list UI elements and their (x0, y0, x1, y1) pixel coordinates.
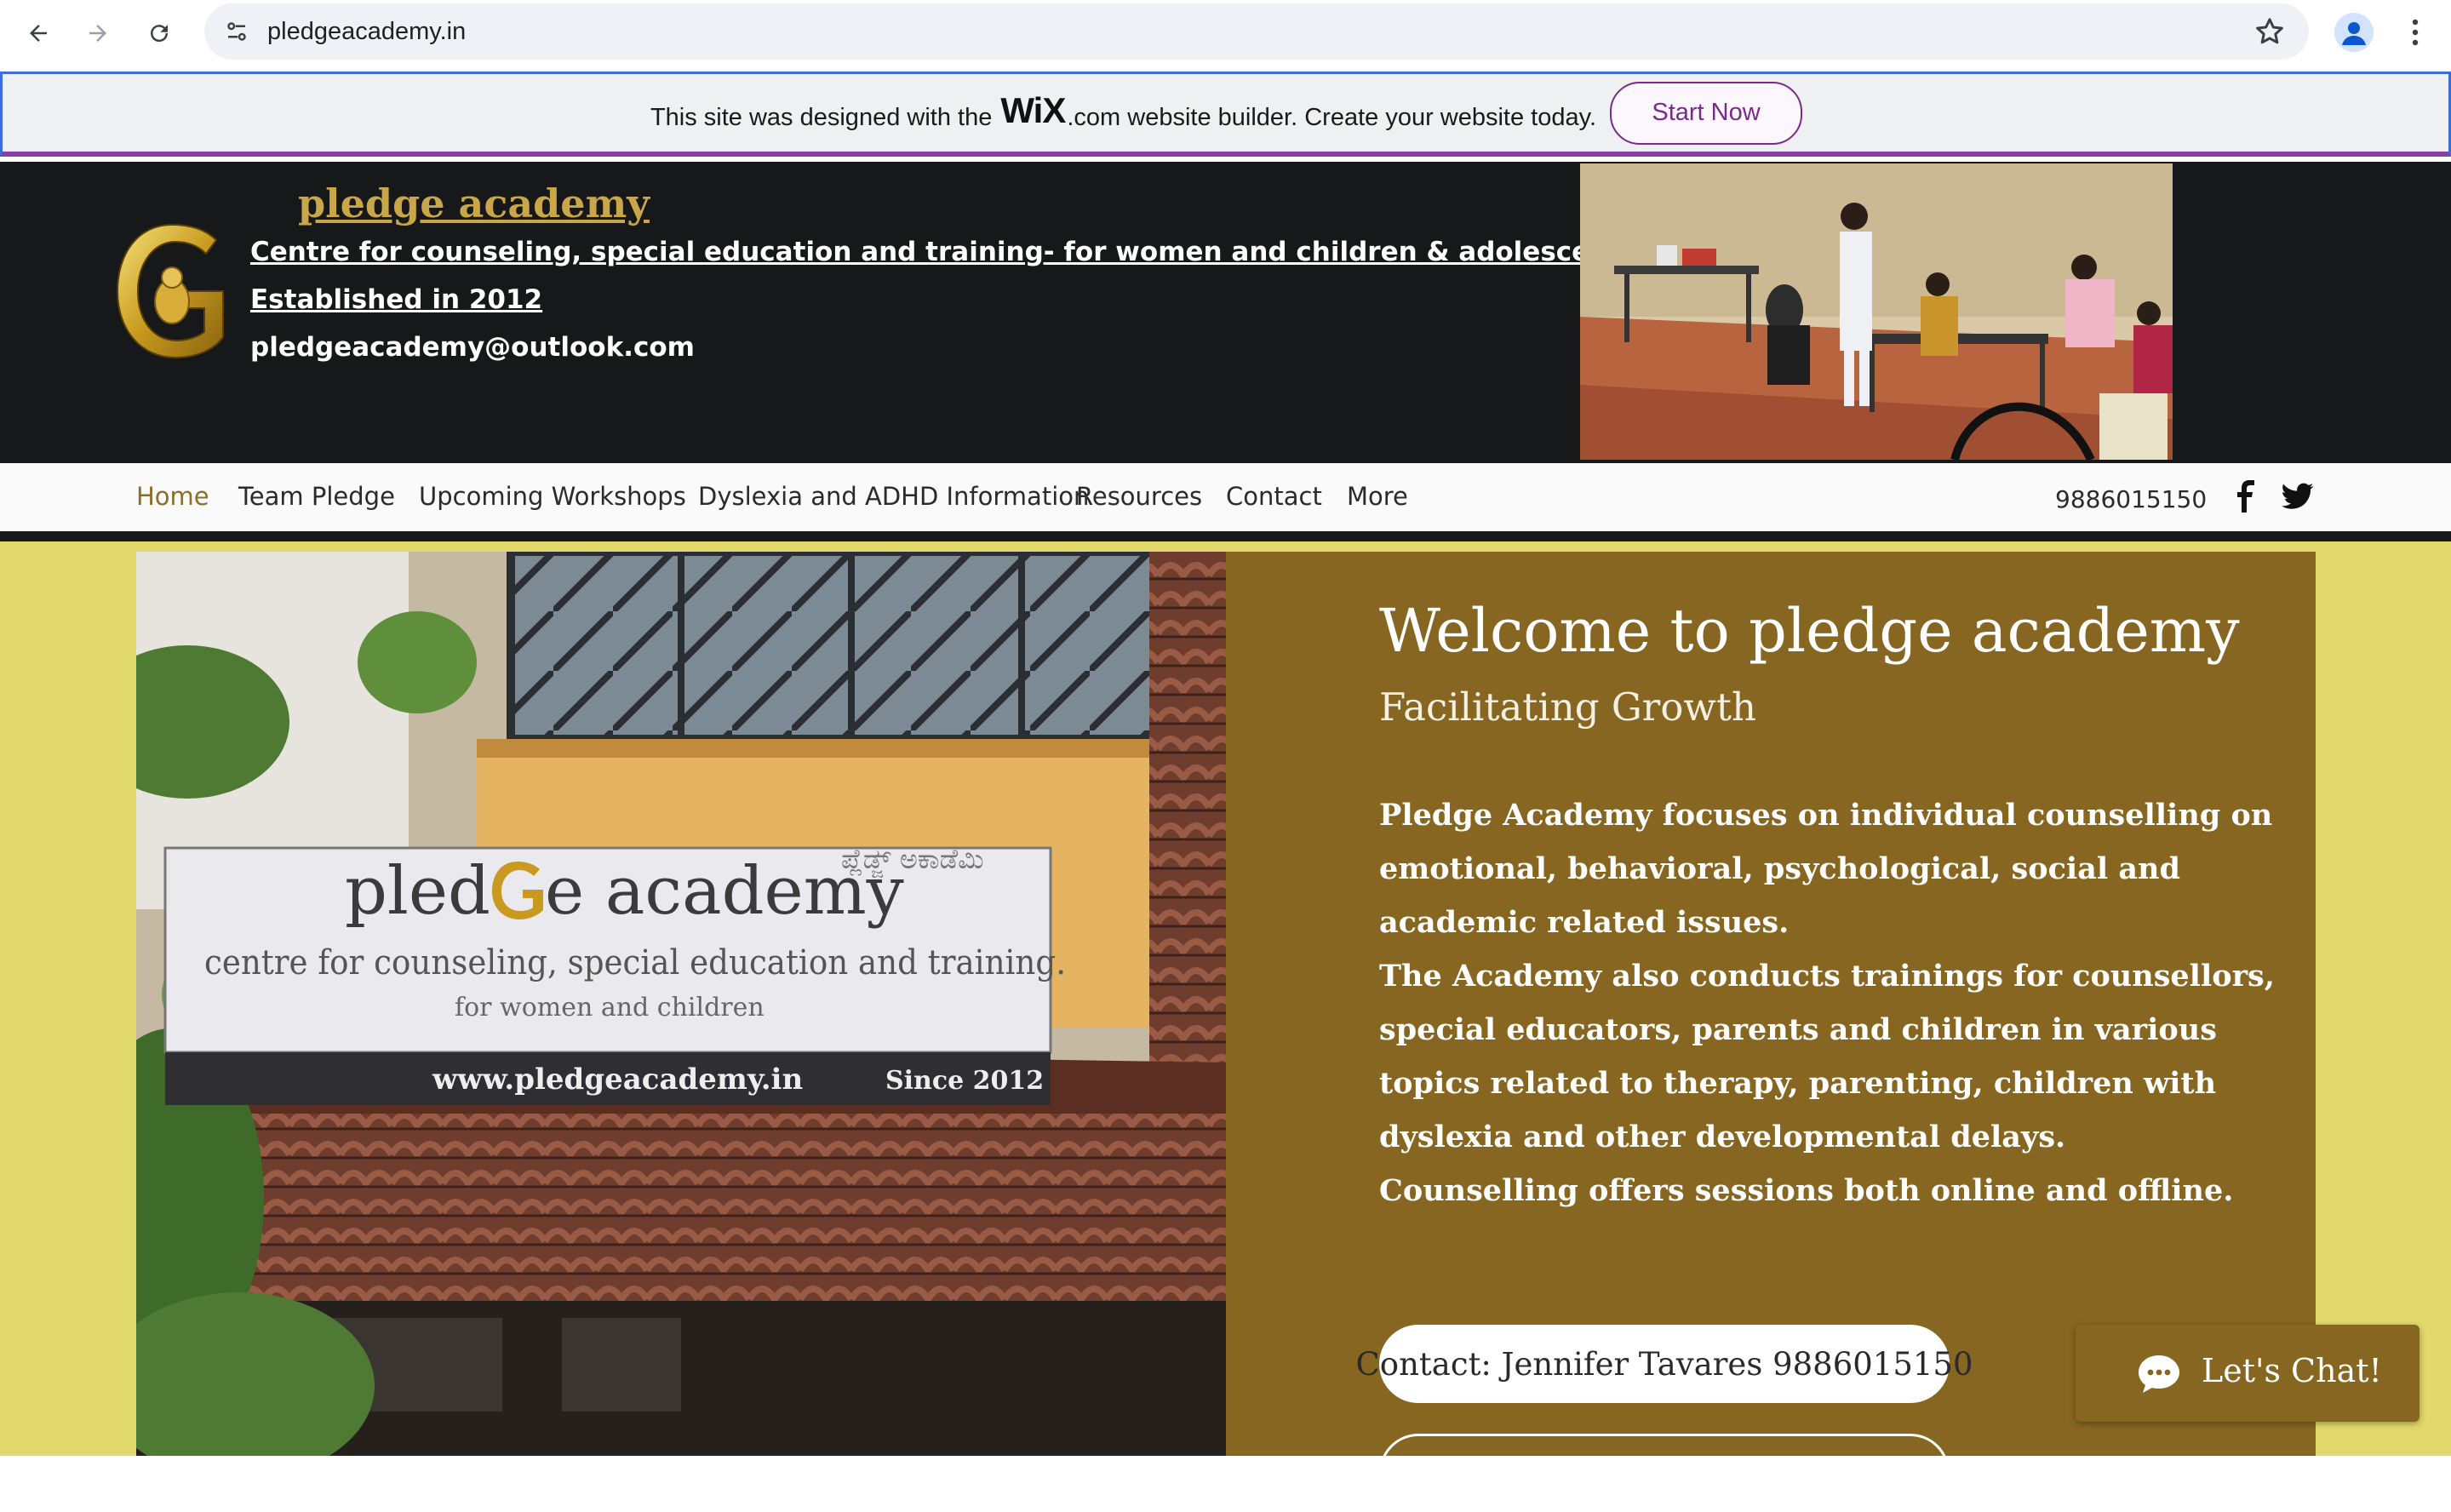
body-line: emotional, behavioral, psychological, so… (1379, 851, 2180, 886)
building-photo: pled e academy ಪ್ಲೆಡ್ಜ್ ಅಕಾಡೆಮಿ centre fo… (136, 552, 1226, 1456)
nav-divider (0, 531, 2451, 541)
chat-widget[interactable]: Let's Chat! (2076, 1325, 2420, 1422)
welcome-panel: Welcome to pledge academy Facilitating G… (1226, 552, 2316, 1512)
profile-icon[interactable] (2334, 13, 2374, 52)
body-line: topics related to therapy, parenting, ch… (1379, 1066, 2217, 1101)
nav-item-contact[interactable]: Contact (1226, 482, 1322, 511)
nav-item-team-pledge[interactable]: Team Pledge (238, 482, 395, 511)
body-line: Counselling offers sessions both online … (1379, 1173, 2234, 1208)
nav-item-resources[interactable]: Resources (1076, 482, 1202, 511)
body-line: dyslexia and other developmental delays. (1379, 1120, 2066, 1154)
nav-item-upcoming-workshops[interactable]: Upcoming Workshops (419, 482, 686, 511)
sign-name-start: pled (345, 853, 490, 930)
chat-bubble-icon (2137, 1354, 2181, 1395)
bookmark-star-icon[interactable] (2253, 14, 2287, 49)
address-bar[interactable]: pledgeacademy.in (204, 3, 2309, 60)
wix-logo[interactable]: WiX (1000, 90, 1066, 130)
start-now-button[interactable]: Start Now (1610, 81, 1803, 145)
sign-since: Since 2012 (885, 1066, 1045, 1096)
nav-phone: 9886015150 (2055, 485, 2208, 513)
nav-item-more[interactable]: More (1347, 482, 1408, 511)
contact-jennifer-button[interactable]: Contact: Jennifer Tavares 9886015150 (1356, 1325, 1973, 1403)
sign-website: www.pledgeacademy.in (432, 1062, 804, 1097)
twitter-icon[interactable] (2282, 482, 2314, 511)
menu-kebab-icon[interactable] (2402, 13, 2428, 52)
site-info-icon[interactable] (216, 11, 257, 52)
body-line: special educators, parents and children … (1379, 1012, 2217, 1047)
main-nav: Home Team Pledge Upcoming Workshops Dysl… (0, 463, 2451, 531)
brand-name[interactable]: pledge academy (298, 180, 650, 226)
header-established[interactable]: Established in 2012 (250, 284, 542, 315)
sign-name: pled e academy (345, 853, 904, 930)
forward-icon[interactable] (77, 12, 119, 54)
secondary-button[interactable] (1379, 1434, 1950, 1512)
academy-logo[interactable] (116, 223, 226, 359)
reload-icon[interactable] (138, 12, 180, 54)
header-email[interactable]: pledgeacademy@outlook.com (250, 332, 695, 363)
body-line: The Academy also conducts trainings for … (1379, 959, 2275, 994)
url-text[interactable]: pledgeacademy.in (267, 3, 466, 60)
wix-banner-suffix: .com website builder. Create your websit… (1067, 103, 1597, 131)
nav-item-dyslexia-adhd[interactable]: Dyslexia and ADHD Information (698, 482, 1089, 511)
browser-toolbar: pledgeacademy.in (0, 0, 2451, 72)
sign-g-logo-icon (490, 860, 545, 919)
workshop-photo (1580, 163, 2173, 460)
back-icon[interactable] (17, 12, 60, 54)
site-header: pledge academy Centre for counseling, sp… (0, 162, 2451, 463)
sign-kannada: ಪ್ಲೆಡ್ಜ್ ಅಕಾಡೆಮಿ (841, 843, 984, 875)
body-line: Pledge Academy focuses on individual cou… (1379, 798, 2273, 833)
wix-banner: This site was designed with the WiX.com … (0, 72, 2451, 157)
nav-item-home[interactable]: Home (136, 482, 209, 511)
welcome-body: Pledge Academy focuses on individual cou… (1379, 788, 2275, 1217)
wix-banner-text: This site was designed with the WiX.com … (650, 90, 1597, 134)
facebook-icon[interactable] (2234, 480, 2259, 513)
welcome-subtitle: Facilitating Growth (1379, 684, 1756, 730)
body-line: academic related issues. (1379, 905, 1790, 940)
sign-line1: centre for counseling, special education… (204, 943, 1067, 982)
sign-line2: for women and children (455, 993, 765, 1022)
header-tagline[interactable]: Centre for counseling, special education… (250, 237, 1637, 267)
wix-banner-prefix: This site was designed with the (650, 103, 993, 131)
chat-label: Let's Chat! (2202, 1352, 2382, 1389)
welcome-title: Welcome to pledge academy (1379, 596, 2240, 666)
